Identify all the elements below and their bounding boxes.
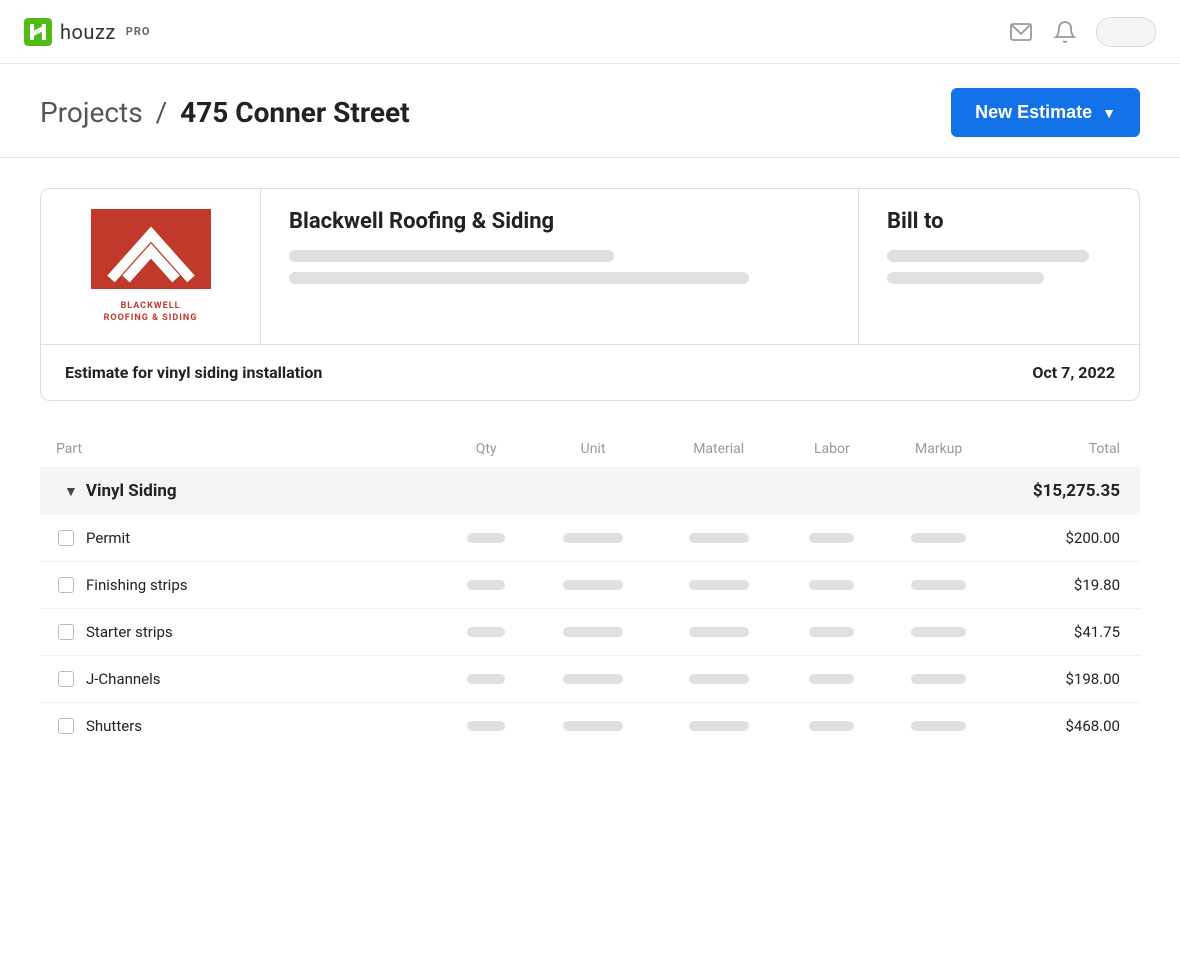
bill-to-line-1	[887, 250, 1089, 262]
top-navigation: houzz PRO	[0, 0, 1180, 64]
bill-to-title: Bill to	[887, 209, 1111, 234]
line-qty-3	[442, 656, 530, 703]
col-header-qty: Qty	[442, 431, 530, 467]
logo-text: houzz	[60, 20, 116, 44]
line-material-0	[656, 515, 782, 562]
company-logo-section: BLACKWELLROOFING & SIDING	[41, 189, 261, 344]
breadcrumb-projects: Projects	[40, 96, 143, 129]
table-header: Part Qty Unit Material Labor Markup Tota…	[40, 431, 1140, 467]
col-header-labor: Labor	[782, 431, 883, 467]
line-markup-4	[882, 703, 995, 750]
line-checkbox-4[interactable]	[58, 718, 74, 734]
line-unit-0	[530, 515, 656, 562]
line-total-4: $468.00	[995, 703, 1140, 750]
nav-right	[1008, 17, 1156, 47]
page-header: Projects / 475 Conner Street New Estimat…	[0, 64, 1180, 158]
logo-pro-badge: PRO	[126, 25, 151, 38]
line-labor-3	[782, 656, 883, 703]
line-markup-1	[882, 562, 995, 609]
company-header: BLACKWELLROOFING & SIDING Blackwell Roof…	[41, 189, 1139, 345]
line-item-name-2: Starter strips	[86, 623, 173, 641]
line-unit-2	[530, 609, 656, 656]
company-info-line-1	[289, 250, 614, 262]
new-estimate-button[interactable]: New Estimate ▼	[951, 88, 1140, 137]
estimate-date: Oct 7, 2022	[1032, 363, 1115, 382]
line-material-4	[656, 703, 782, 750]
chevron-down-icon: ▼	[1102, 105, 1116, 121]
category-name: Vinyl Siding	[86, 481, 177, 501]
col-header-part: Part	[40, 431, 442, 467]
line-markup-0	[882, 515, 995, 562]
line-unit-4	[530, 703, 656, 750]
blackwell-logo: BLACKWELLROOFING & SIDING	[91, 209, 211, 324]
line-labor-1	[782, 562, 883, 609]
line-qty-4	[442, 703, 530, 750]
line-labor-4	[782, 703, 883, 750]
estimate-desc-row: Estimate for vinyl siding installation O…	[41, 345, 1139, 400]
category-total: $15,275.35	[995, 467, 1140, 515]
line-unit-1	[530, 562, 656, 609]
line-item-name-1: Finishing strips	[86, 576, 188, 594]
houzz-icon	[24, 18, 52, 46]
line-markup-2	[882, 609, 995, 656]
estimate-description: Estimate for vinyl siding installation	[65, 363, 322, 382]
line-labor-2	[782, 609, 883, 656]
estimate-card: BLACKWELLROOFING & SIDING Blackwell Roof…	[40, 188, 1140, 401]
line-total-3: $198.00	[995, 656, 1140, 703]
line-total-2: $41.75	[995, 609, 1140, 656]
table-row: Finishing strips $19.80	[40, 562, 1140, 609]
line-item-name-0: Permit	[86, 529, 130, 547]
bell-icon[interactable]	[1052, 19, 1078, 45]
table-row: Permit $200.00	[40, 515, 1140, 562]
line-qty-1	[442, 562, 530, 609]
line-material-2	[656, 609, 782, 656]
category-chevron-icon[interactable]: ▼	[64, 483, 78, 500]
breadcrumb-project-name: 475 Conner Street	[180, 96, 409, 129]
blackwell-label-text: BLACKWELLROOFING & SIDING	[104, 301, 198, 324]
line-unit-3	[530, 656, 656, 703]
new-estimate-label: New Estimate	[975, 102, 1092, 123]
line-total-1: $19.80	[995, 562, 1140, 609]
col-header-total: Total	[995, 431, 1140, 467]
line-checkbox-3[interactable]	[58, 671, 74, 687]
user-avatar[interactable]	[1096, 17, 1156, 47]
line-checkbox-0[interactable]	[58, 530, 74, 546]
line-item-name-4: Shutters	[86, 717, 142, 735]
bill-to-section: Bill to	[859, 189, 1139, 344]
company-info-line-2	[289, 272, 749, 284]
mail-icon[interactable]	[1008, 19, 1034, 45]
logo-area: houzz PRO	[24, 18, 151, 46]
line-material-1	[656, 562, 782, 609]
line-material-3	[656, 656, 782, 703]
line-labor-0	[782, 515, 883, 562]
line-qty-0	[442, 515, 530, 562]
line-qty-2	[442, 609, 530, 656]
col-header-markup: Markup	[882, 431, 995, 467]
bill-to-line-2	[887, 272, 1044, 284]
breadcrumb-separator: /	[156, 96, 168, 129]
category-row-vinyl-siding: ▼ Vinyl Siding $15,275.35	[40, 467, 1140, 515]
estimate-table: Part Qty Unit Material Labor Markup Tota…	[40, 431, 1140, 749]
col-header-material: Material	[656, 431, 782, 467]
line-total-0: $200.00	[995, 515, 1140, 562]
main-content: BLACKWELLROOFING & SIDING Blackwell Roof…	[0, 158, 1180, 779]
col-header-unit: Unit	[530, 431, 656, 467]
line-checkbox-1[interactable]	[58, 577, 74, 593]
table-row: J-Channels $198.00	[40, 656, 1140, 703]
breadcrumb: Projects / 475 Conner Street	[40, 96, 410, 129]
table-row: Starter strips $41.75	[40, 609, 1140, 656]
line-checkbox-2[interactable]	[58, 624, 74, 640]
line-item-name-3: J-Channels	[86, 670, 161, 688]
company-info-section: Blackwell Roofing & Siding	[261, 189, 859, 344]
company-name: Blackwell Roofing & Siding	[289, 209, 830, 234]
table-row: Shutters $468.00	[40, 703, 1140, 750]
line-markup-3	[882, 656, 995, 703]
